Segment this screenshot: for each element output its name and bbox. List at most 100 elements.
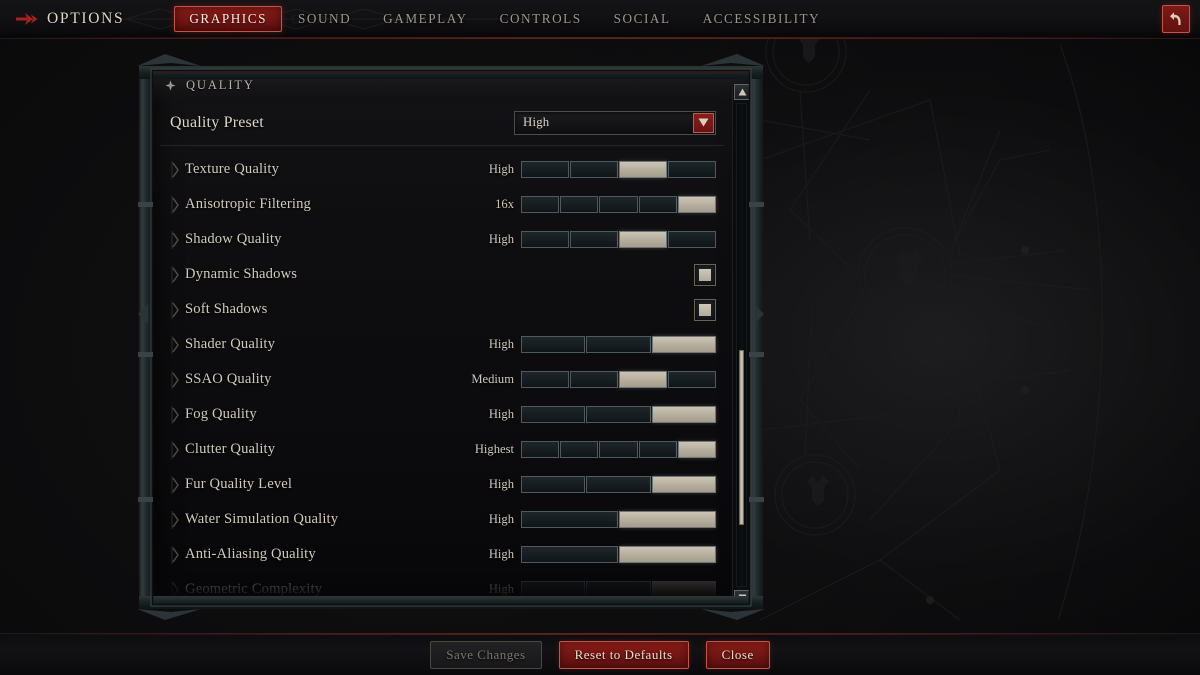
slider-segment[interactable]	[586, 581, 651, 598]
slider-segment[interactable]	[599, 441, 638, 458]
slider-segment[interactable]	[619, 546, 716, 563]
row-bullet-icon	[171, 510, 179, 529]
slider-segment[interactable]	[668, 161, 716, 178]
triangle-down-icon	[738, 594, 746, 602]
settings-tabs: GRAPHICS SOUND GAMEPLAY CONTROLS SOCIAL …	[174, 6, 836, 32]
setting-row: Water Simulation Quality High	[160, 502, 724, 537]
close-button[interactable]: Close	[705, 640, 770, 669]
setting-slider[interactable]	[521, 581, 716, 598]
slider-segment[interactable]	[521, 546, 618, 563]
slider-segment[interactable]	[521, 336, 586, 353]
setting-label: Clutter Quality	[185, 441, 276, 457]
tab-social[interactable]: SOCIAL	[598, 6, 687, 32]
slider-segment[interactable]	[599, 196, 638, 213]
setting-slider[interactable]	[521, 196, 717, 213]
slider-segment[interactable]	[521, 196, 560, 213]
scroll-up-button[interactable]	[734, 84, 750, 100]
setting-label: Fur Quality Level	[185, 476, 293, 492]
settings-scrollbar[interactable]	[732, 84, 750, 606]
slider-segment[interactable]	[586, 406, 651, 423]
setting-label: Fog Quality	[185, 406, 257, 422]
slider-segment[interactable]	[560, 196, 599, 213]
slider-segment[interactable]	[521, 161, 569, 178]
slider-segment[interactable]	[521, 406, 586, 423]
slider-segment[interactable]	[570, 371, 618, 388]
setting-slider[interactable]	[521, 511, 716, 528]
setting-row: Shadow Quality High	[160, 222, 724, 257]
slider-segment[interactable]	[651, 336, 716, 353]
checkmark-icon	[699, 268, 711, 281]
slider-segment[interactable]	[668, 231, 716, 248]
setting-slider[interactable]	[521, 336, 716, 353]
slider-segment[interactable]	[638, 196, 677, 213]
row-bullet-icon	[171, 440, 179, 459]
slider-segment[interactable]	[677, 441, 717, 458]
setting-checkbox[interactable]	[694, 298, 716, 321]
slider-segment[interactable]	[651, 406, 716, 423]
slider-segment[interactable]	[651, 476, 716, 493]
setting-slider[interactable]	[521, 476, 716, 493]
row-bullet-icon	[171, 405, 179, 424]
setting-value: High	[488, 407, 514, 421]
setting-row: Anti-Aliasing Quality High	[160, 537, 724, 572]
setting-slider[interactable]	[521, 371, 716, 388]
setting-value: High	[488, 512, 514, 526]
setting-value: Highest	[474, 442, 514, 456]
tab-sound[interactable]: SOUND	[282, 6, 367, 32]
options-title: OPTIONS	[47, 10, 125, 27]
slider-segment[interactable]	[521, 441, 560, 458]
back-button[interactable]	[1162, 5, 1190, 33]
graphics-options-panel: QUALITY Quality Preset High Texture Qual…	[131, 52, 771, 622]
slider-segment[interactable]	[521, 511, 618, 528]
slider-segment[interactable]	[570, 161, 618, 178]
tab-gameplay[interactable]: GAMEPLAY	[367, 6, 483, 32]
slider-segment[interactable]	[521, 476, 586, 493]
slider-segment[interactable]	[586, 336, 651, 353]
quality-preset-dropdown[interactable]: High	[514, 110, 716, 135]
setting-row: Shader Quality High	[160, 327, 724, 362]
row-bullet-icon	[171, 230, 179, 249]
row-bullet-icon	[171, 335, 179, 354]
scroll-down-button[interactable]	[734, 590, 750, 606]
setting-checkbox[interactable]	[694, 263, 716, 286]
slider-segment[interactable]	[560, 441, 599, 458]
setting-value: High	[488, 337, 514, 351]
setting-value: Medium	[471, 372, 514, 386]
chevron-down-icon[interactable]	[693, 112, 714, 133]
setting-row: Fur Quality Level High	[160, 467, 724, 502]
scrollbar-thumb[interactable]	[739, 349, 744, 525]
slider-segment[interactable]	[521, 231, 569, 248]
slider-segment[interactable]	[521, 371, 569, 388]
setting-row: Geometric Complexity High	[160, 572, 724, 606]
row-bullet-icon	[171, 160, 179, 179]
reset-to-defaults-button[interactable]: Reset to Defaults	[558, 640, 689, 669]
setting-slider[interactable]	[521, 231, 716, 248]
scrollbar-track[interactable]	[736, 103, 747, 587]
setting-slider[interactable]	[521, 161, 716, 178]
setting-row: SSAO Quality Medium	[160, 362, 724, 397]
setting-slider[interactable]	[521, 406, 716, 423]
slider-segment[interactable]	[638, 441, 677, 458]
setting-slider[interactable]	[521, 546, 716, 563]
slider-segment[interactable]	[619, 511, 716, 528]
slider-segment[interactable]	[651, 581, 716, 598]
setting-slider[interactable]	[521, 441, 717, 458]
tab-accessibility[interactable]: ACCESSIBILITY	[687, 6, 837, 32]
slider-segment[interactable]	[586, 476, 651, 493]
save-changes-button[interactable]: Save Changes	[430, 640, 542, 669]
tab-graphics[interactable]: GRAPHICS	[174, 6, 282, 32]
slider-segment[interactable]	[619, 371, 667, 388]
slider-segment[interactable]	[677, 196, 717, 213]
slider-segment[interactable]	[521, 581, 586, 598]
row-bullet-icon	[171, 475, 179, 494]
slider-segment[interactable]	[668, 371, 716, 388]
tab-controls[interactable]: CONTROLS	[484, 6, 598, 32]
right-arrow-icon	[16, 13, 38, 25]
slider-segment[interactable]	[570, 231, 618, 248]
setting-label: Geometric Complexity	[185, 581, 323, 597]
slider-segment[interactable]	[619, 161, 667, 178]
options-screen: OPTIONS GRAPHICS SOUND GAMEPLAY CONTROLS…	[0, 0, 1200, 675]
slider-segment[interactable]	[619, 231, 667, 248]
setting-value: High	[488, 582, 514, 596]
setting-value: High	[488, 232, 514, 246]
